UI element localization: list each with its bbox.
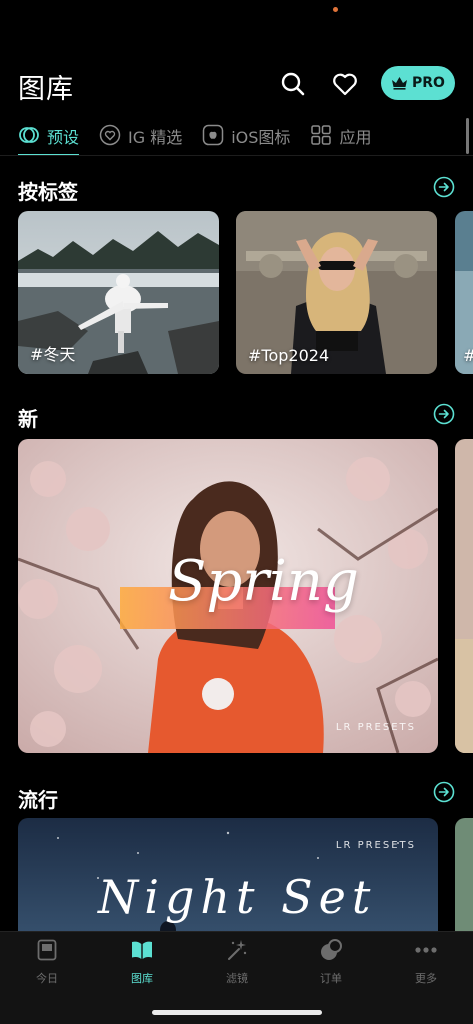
section-title-new: 新 (18, 407, 38, 431)
tag-card-winter[interactable]: #冬天 (18, 211, 219, 374)
feature-card-partial[interactable] (455, 439, 473, 753)
scrollbar[interactable] (466, 118, 469, 154)
crown-icon (392, 77, 408, 90)
section-title-tags: 按标签 (18, 180, 78, 204)
more-icon (415, 947, 437, 953)
ig-heart-icon (99, 124, 121, 146)
preset-icon (19, 127, 39, 143)
section-title-popular: 流行 (18, 788, 58, 812)
header: 图库 PRO (18, 62, 455, 106)
nav-label: 图库 (131, 972, 153, 985)
tab-label: 预设 (47, 128, 80, 147)
tab-label: 应用 (339, 128, 372, 147)
order-icon (321, 939, 342, 960)
nav-filters[interactable]: 滤镜 (197, 938, 277, 986)
arrow-right-icon[interactable] (433, 176, 455, 198)
nav-label: 订单 (320, 972, 342, 985)
grid-icon (311, 125, 332, 145)
feature-card-spring[interactable]: Spring LR PRESETS (18, 439, 438, 753)
search-icon[interactable] (278, 69, 308, 99)
today-icon (37, 939, 57, 961)
nav-label: 今日 (36, 972, 58, 985)
tab-label: iOS图标 (231, 128, 291, 147)
tab-ios-icons[interactable]: iOS图标 (202, 120, 290, 156)
category-tabs: 预设 IG 精选 iOS图标 应用 (18, 120, 473, 156)
tag-label: #Top2024 (248, 346, 330, 365)
arrow-right-icon[interactable] (433, 781, 455, 803)
sparkle-icon (228, 940, 247, 960)
tab-ig-picks[interactable]: IG 精选 (99, 120, 182, 156)
home-indicator[interactable] (152, 1010, 322, 1015)
tab-apps[interactable]: 应用 (310, 120, 371, 156)
tag-label: # (463, 346, 473, 365)
preset-badge: LR PRESETS (335, 722, 416, 733)
nav-label: 滤镜 (226, 972, 248, 985)
tag-label: #冬天 (30, 345, 76, 364)
tab-presets[interactable]: 预设 (18, 120, 80, 156)
nav-today[interactable]: 今日 (7, 938, 87, 986)
nav-library[interactable]: 图库 (102, 938, 182, 986)
nav-orders[interactable]: 订单 (291, 938, 371, 986)
preset-badge: LR PRESETS (335, 840, 416, 851)
library-icon (132, 941, 152, 959)
page-title: 图库 (18, 74, 74, 105)
arrow-right-icon[interactable] (433, 403, 455, 425)
nav-more[interactable]: 更多 (386, 938, 466, 986)
nav-label: 更多 (415, 972, 437, 985)
partial-photo (455, 439, 473, 753)
feature-title: Night Set (98, 870, 377, 924)
status-indicator-dot (333, 7, 338, 12)
pro-label: PRO (412, 75, 445, 91)
favorites-heart-icon[interactable] (330, 69, 360, 99)
apple-icon (202, 124, 224, 146)
tag-card-partial[interactable]: # (455, 211, 473, 374)
bottom-navigation: 今日 图库 滤镜 订单 更多 (0, 931, 473, 1024)
tabs-divider (0, 155, 473, 156)
tag-card-top2024[interactable]: #Top2024 (236, 211, 437, 374)
pro-button[interactable]: PRO (381, 66, 455, 100)
tab-label: IG 精选 (128, 128, 183, 147)
feature-title: Spring (168, 549, 359, 614)
